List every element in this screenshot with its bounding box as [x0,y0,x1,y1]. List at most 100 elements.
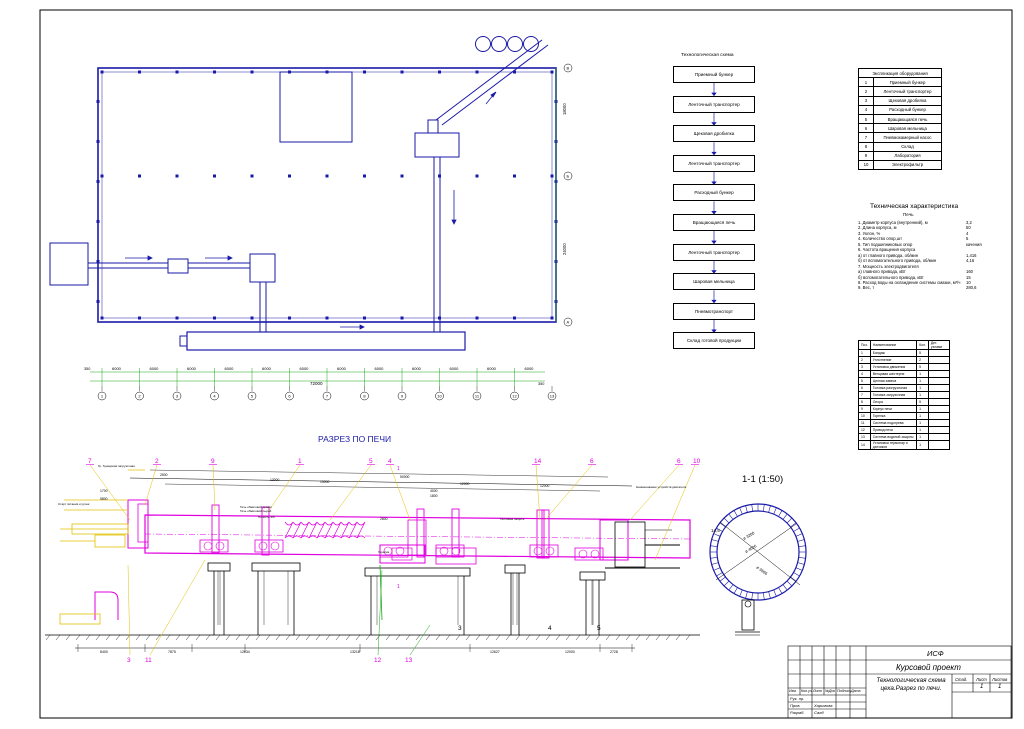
parts-cell: Привод печи [869,426,918,434]
plan-total-dim: 72000 [310,381,323,386]
parts-row: 6 Головка разгрузочная 1 [858,384,951,392]
jaw-crusher [167,258,189,274]
parts-cell: 2 [858,356,871,364]
column [96,100,100,103]
section-bottom-dim: 7875 [168,650,176,654]
column [100,70,104,74]
parts-cell [927,370,951,378]
equipment-pos: 9 [858,150,874,161]
ball-mill [414,132,460,158]
plan-edge-dim: 350 [84,367,90,371]
tb-name: Харьмова [814,703,833,708]
callout: 3 [458,625,462,632]
column [400,316,404,320]
section-top-dim: 5800 [100,497,108,501]
plan-dim: 6000 [337,366,347,371]
parts-cell: 7 [858,391,871,399]
parts-cell [927,363,951,371]
parts-row: 4 Венцовая шестерня 1 [858,370,951,378]
section-title: РАЗРЕЗ ПО ПЕЧИ [318,434,391,444]
parts-cell: 12 [858,426,871,434]
support-cap [504,564,526,574]
tb-header: Изм. [789,689,797,693]
parts-cell: Опора [869,398,918,406]
plan-dim: 6000 [412,366,422,371]
callout: 1 [298,458,302,465]
building-columns [96,70,558,320]
tb-stage-label: Стад. [955,677,968,682]
section-top-dim: 2500 [160,473,168,477]
parts-cell: Установка движения [869,363,918,371]
flow-title: Технологическая схема [681,53,734,58]
axis-label: 11 [475,394,480,399]
rotary-kiln-plan [186,331,466,351]
column [213,174,216,178]
warehouse-8 [279,71,353,143]
parts-cell: 1 [916,384,929,392]
column [138,70,141,74]
plan-dim: 6000 [525,366,535,371]
receiving-bunker [49,242,89,286]
axis-label: 6 [288,394,291,399]
plan-dim: 6000 [187,366,197,371]
parts-cell: Бандаж [869,349,918,357]
column [175,174,179,178]
spec-value: 280,6 [966,285,977,291]
column [96,180,100,183]
silo [507,36,523,52]
kiln-cross-section: 1-1 (1:50) ø 3200 ø 4026 ø 3666 14,5 [709,474,807,636]
parts-cell: 14 [858,440,871,450]
callout: 4 [548,625,552,632]
column [250,70,254,74]
discharge-head [599,519,629,561]
parts-cell: 11 [858,419,871,427]
equipment-row: 3 Щековая дробилка [858,95,942,106]
parts-cell: Уплотнение [869,356,918,364]
column [288,174,291,178]
column [175,316,179,320]
parts-cell [927,412,951,420]
parts-cell: 13 [858,433,871,441]
section-top-dim: 1700 [100,489,108,493]
column [400,174,404,178]
tb-sheet: 1 [980,684,984,690]
section-note: Гр. бункерная загрузочная [98,464,135,468]
equipment-pos: 5 [858,113,874,125]
cross-section-title: 1-1 (1:50) [742,474,783,485]
equipment-pos: 6 [858,123,874,134]
column [96,300,100,303]
parts-cell: Головка загрузочная [869,391,918,399]
tb-sheet-label: Лист [976,677,987,682]
callout: 2 [155,458,159,465]
kiln-tire [451,508,460,558]
equipment-table: Экспликация оборудования 1 Приемный бунке… [858,67,942,171]
parts-cell: Корпус печи [869,405,918,413]
cross-dim-4: 14,5 [711,528,720,533]
flow-step: Склад готовой продукции [673,332,755,350]
section-top-dim: 13000 [270,478,280,482]
parts-cell: 1 [916,433,929,441]
equipment-row: 2 Ленточный транспортер [858,86,942,97]
equipment-pos: 8 [858,141,874,152]
column [475,316,479,320]
equipment-name: Лаборатория [873,150,942,161]
spec-label: 9. Вес, т [858,285,875,291]
tb-header: Кол.уч [801,689,812,693]
parts-cell: 1 [916,405,929,413]
parts-row: 5 Цепная завеса 1 [858,377,951,385]
parts-row: 9 Корпус печи 1 [858,405,951,413]
parts-header: Поз. [858,340,871,350]
parts-cell [927,349,951,357]
parts-cell: 8 [858,398,871,406]
plan-dim: 6000 [225,366,235,371]
column [475,70,479,74]
axis-label: 10 [437,394,442,399]
column [550,174,554,178]
callout: 7 [88,458,92,465]
equipment-row: 6 Шаровая мельница [858,123,942,134]
equipment-row: 8 Склад [858,141,942,152]
chain-link [348,521,358,539]
parts-cell: 5 [916,398,929,406]
parts-cell: 1 [916,377,929,385]
flow-step: Щековая дробилка [673,125,755,143]
